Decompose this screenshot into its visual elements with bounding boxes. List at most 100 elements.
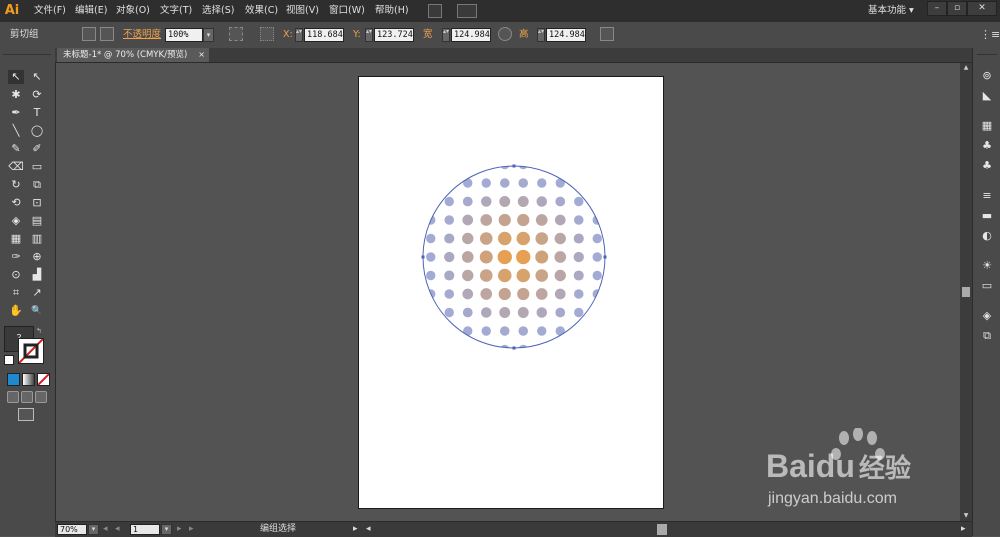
minimize-button[interactable]: –: [927, 1, 947, 16]
draw-behind-icon[interactable]: [21, 391, 33, 403]
menu-type[interactable]: 文字(T): [160, 0, 192, 22]
edit-clipping-path-icon[interactable]: [82, 27, 96, 41]
direct-selection-tool-icon[interactable]: ↖: [29, 70, 45, 84]
height-spinner[interactable]: ▴▾: [537, 28, 545, 42]
gradient-panel-icon[interactable]: ▬: [980, 210, 994, 222]
gradient-mode-icon[interactable]: [22, 373, 35, 386]
maximize-button[interactable]: ▫: [947, 1, 967, 16]
brushes-panel-icon[interactable]: ♣: [980, 140, 994, 152]
menu-file[interactable]: 文件(F): [34, 0, 66, 22]
next-artboard-icon[interactable]: ▸: [177, 522, 182, 537]
type-tool-icon[interactable]: T: [29, 106, 45, 120]
align-icon[interactable]: [229, 27, 243, 41]
anchor-point[interactable]: [603, 255, 607, 259]
height-input[interactable]: 124.984: [546, 28, 586, 42]
default-colors-icon[interactable]: [4, 355, 14, 365]
color-panel-icon[interactable]: ⊚: [980, 70, 994, 82]
x-spinner[interactable]: ▴▾: [295, 28, 303, 42]
artboards-panel-icon[interactable]: ⧉: [980, 330, 994, 342]
line-tool-icon[interactable]: ╲: [8, 124, 24, 138]
ellipse-tool-icon[interactable]: ◯: [29, 124, 45, 138]
prev-artboard-icon[interactable]: ◂: [115, 522, 120, 537]
perspective-grid-tool-icon[interactable]: ▤: [29, 214, 45, 228]
y-input[interactable]: 123.724: [374, 28, 414, 42]
rotate-tool-icon[interactable]: ↻: [8, 178, 24, 192]
anchor-point[interactable]: [421, 255, 425, 259]
tab-close-icon[interactable]: ×: [198, 48, 205, 62]
artboard[interactable]: [358, 76, 664, 509]
shape-builder-tool-icon[interactable]: ◈: [8, 214, 24, 228]
toolbox-grip[interactable]: [3, 50, 51, 55]
gradient-tool-icon[interactable]: ▥: [29, 232, 45, 246]
color-mode-icon[interactable]: [7, 373, 20, 386]
menu-help[interactable]: 帮助(H): [375, 0, 409, 22]
pencil-tool-icon[interactable]: ✐: [29, 142, 45, 156]
selection-tool-icon[interactable]: ↖: [8, 70, 24, 84]
none-mode-icon[interactable]: [37, 373, 50, 386]
opacity-label[interactable]: 不透明度: [123, 22, 161, 48]
mesh-tool-icon[interactable]: ▦: [8, 232, 24, 246]
menu-object[interactable]: 对象(O): [116, 0, 150, 22]
anchor-point[interactable]: [512, 346, 516, 350]
edit-contents-icon[interactable]: [100, 27, 114, 41]
appearance-panel-icon[interactable]: ☀: [980, 260, 994, 272]
draw-inside-icon[interactable]: [35, 391, 47, 403]
paintbrush-tool-icon[interactable]: ✎: [8, 142, 24, 156]
screen-mode-icon[interactable]: [18, 408, 34, 421]
constrain-proportions-icon[interactable]: [498, 27, 512, 41]
reference-point-icon[interactable]: [260, 27, 274, 41]
arrange-documents-icon[interactable]: [457, 4, 477, 18]
hand-tool-icon[interactable]: ✋: [8, 304, 24, 318]
graphic-styles-panel-icon[interactable]: ▭: [980, 280, 994, 292]
blend-tool-icon[interactable]: ⊕: [29, 250, 45, 264]
symbol-sprayer-tool-icon[interactable]: ⊙: [8, 268, 24, 282]
first-artboard-icon[interactable]: ◂: [103, 522, 108, 537]
menu-select[interactable]: 选择(S): [202, 0, 234, 22]
y-spinner[interactable]: ▴▾: [365, 28, 373, 42]
artboard-dropdown-icon[interactable]: ▾: [161, 524, 172, 535]
transform-icon[interactable]: [600, 27, 614, 41]
zoom-input[interactable]: 70%: [57, 524, 87, 535]
workspace-switcher[interactable]: 基本功能 ▾: [868, 0, 914, 22]
stroke-swatch[interactable]: [18, 338, 44, 364]
dock-grip[interactable]: [977, 50, 997, 55]
anchor-point[interactable]: [512, 164, 516, 168]
opacity-input[interactable]: 100%: [165, 28, 203, 42]
halftone-clipping-group[interactable]: [359, 77, 665, 510]
magic-wand-tool-icon[interactable]: ✱: [8, 88, 24, 102]
eraser-tool-icon[interactable]: ▭: [29, 160, 45, 174]
close-button[interactable]: ✕: [967, 1, 997, 16]
status-menu-icon[interactable]: ▸: [353, 522, 358, 537]
slice-tool-icon[interactable]: ↗: [29, 286, 45, 300]
artboard-tool-icon[interactable]: ⌗: [8, 286, 24, 300]
menu-edit[interactable]: 编辑(E): [75, 0, 107, 22]
document-tab[interactable]: 未标题-1* @ 70% (CMYK/预览) ×: [57, 48, 209, 62]
layers-panel-icon[interactable]: ◈: [980, 310, 994, 322]
warp-tool-icon[interactable]: ⟲: [8, 196, 24, 210]
menu-view[interactable]: 视图(V): [286, 0, 319, 22]
zoom-tool-icon[interactable]: 🔍: [29, 304, 45, 318]
swap-fill-stroke-icon[interactable]: ↰: [36, 327, 42, 335]
scroll-left-icon[interactable]: ◂: [366, 522, 371, 537]
menu-effect[interactable]: 效果(C): [245, 0, 278, 22]
scroll-up-icon[interactable]: ▲: [961, 64, 971, 72]
width-spinner[interactable]: ▴▾: [442, 28, 450, 42]
eyedropper-tool-icon[interactable]: ✑: [8, 250, 24, 264]
scroll-right-icon[interactable]: ▸: [961, 522, 966, 537]
menu-window[interactable]: 窗口(W): [329, 0, 365, 22]
draw-normal-icon[interactable]: [7, 391, 19, 403]
opacity-dropdown-icon[interactable]: ▾: [203, 28, 214, 42]
symbols-panel-icon[interactable]: ♣: [980, 160, 994, 172]
panel-menu-icon[interactable]: ⋮≡: [980, 22, 1000, 48]
pen-tool-icon[interactable]: ✒: [8, 106, 24, 120]
bridge-icon[interactable]: [428, 4, 442, 18]
blob-brush-tool-icon[interactable]: ⌫: [8, 160, 24, 174]
vertical-scroll-thumb[interactable]: [962, 287, 970, 297]
color-guide-panel-icon[interactable]: ◣: [980, 90, 994, 102]
last-artboard-icon[interactable]: ▸: [189, 522, 194, 537]
x-input[interactable]: 118.684: [304, 28, 344, 42]
scale-tool-icon[interactable]: ⧉: [29, 178, 45, 192]
horizontal-scroll-thumb[interactable]: [657, 524, 667, 535]
free-transform-tool-icon[interactable]: ⊡: [29, 196, 45, 210]
artboard-number-input[interactable]: 1: [130, 524, 160, 535]
